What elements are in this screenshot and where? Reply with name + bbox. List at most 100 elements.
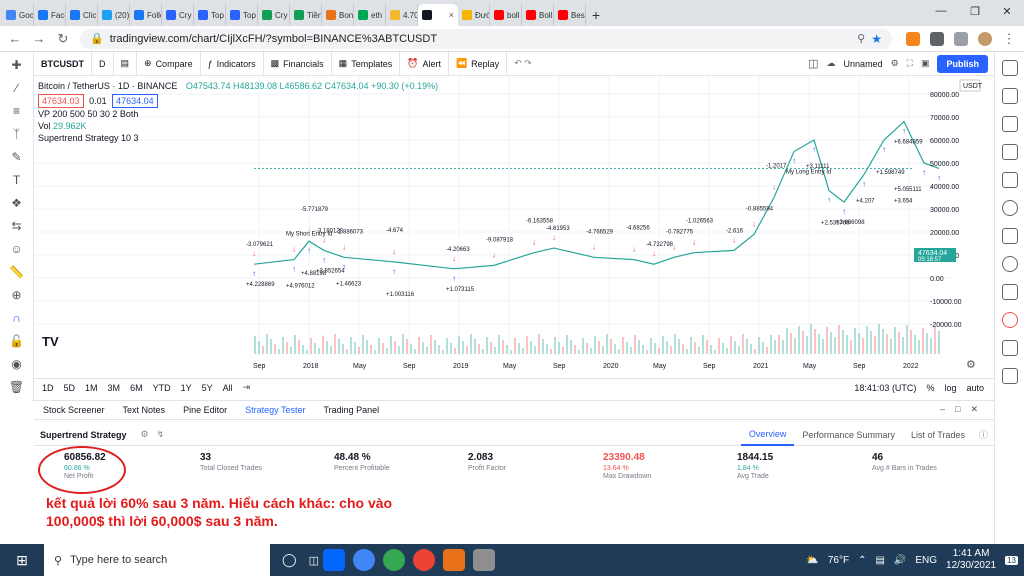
- cloud-icon[interactable]: ☁: [827, 58, 836, 69]
- interval-button[interactable]: D: [92, 51, 114, 76]
- chat-icon[interactable]: [1001, 228, 1018, 244]
- chart-type-button[interactable]: ▤: [114, 51, 138, 76]
- browser-tab[interactable]: Boll: [522, 4, 554, 26]
- pitchfork-icon[interactable]: ᛉ: [9, 127, 25, 141]
- task-view-icon[interactable]: ◫: [309, 554, 319, 567]
- maximize-button[interactable]: ❐: [958, 0, 992, 22]
- publish-button[interactable]: Publish: [937, 54, 988, 73]
- browser-tab[interactable]: Goc: [2, 4, 34, 26]
- trendline-icon[interactable]: ∕: [9, 81, 25, 95]
- camera-icon[interactable]: ▣: [921, 58, 930, 69]
- browser-tab[interactable]: Cry: [162, 4, 194, 26]
- pattern-icon[interactable]: ❖: [9, 196, 25, 210]
- crosshair-icon[interactable]: ✚: [9, 58, 25, 72]
- horizontal-lines-icon[interactable]: ≡: [9, 104, 25, 118]
- strategy-help-icon[interactable]: ⓘ: [979, 428, 988, 441]
- network-icon[interactable]: ▤: [875, 555, 884, 566]
- bookmark-star-icon[interactable]: ★: [871, 32, 882, 46]
- percent-toggle[interactable]: %: [926, 383, 934, 393]
- profile-avatar[interactable]: [978, 31, 992, 46]
- settings-icon[interactable]: ⚙: [891, 58, 899, 69]
- ask-price[interactable]: 47634.04: [112, 94, 158, 108]
- paint-app-icon[interactable]: [472, 549, 495, 571]
- undo-icon[interactable]: ↶ ↷: [507, 52, 539, 76]
- clock[interactable]: 1:41 AM 12/30/2021: [946, 548, 996, 572]
- browser-tab[interactable]: eth: [354, 4, 386, 26]
- collapse-icon[interactable]: –: [940, 404, 945, 415]
- replay-button[interactable]: ⏪ Replay: [449, 51, 508, 76]
- zalo-app-icon[interactable]: [322, 549, 345, 571]
- range-button[interactable]: YTD: [153, 383, 171, 393]
- vp-indicator[interactable]: VP 200 500 50 30 2 Both: [38, 108, 438, 120]
- strategy-tab[interactable]: Performance Summary: [794, 424, 903, 446]
- strategy-indicator[interactable]: Supertrend Strategy 10 3: [38, 132, 438, 144]
- range-button[interactable]: 1D: [42, 383, 54, 393]
- close-window-button[interactable]: ✕: [990, 0, 1024, 22]
- symbol-search[interactable]: BTCUSDT: [34, 51, 92, 76]
- chrome-profile2-icon[interactable]: [412, 549, 435, 571]
- account-icon[interactable]: [1001, 340, 1018, 356]
- zoom-in-icon[interactable]: ⊕: [9, 288, 25, 302]
- browser-tab[interactable]: ×: [418, 4, 458, 26]
- brush-icon[interactable]: ✎: [9, 150, 25, 164]
- browser-tab[interactable]: Cry: [258, 4, 290, 26]
- minimize-button[interactable]: —: [924, 0, 958, 22]
- bid-price[interactable]: 47634.03: [38, 94, 84, 108]
- auto-toggle[interactable]: auto: [966, 383, 984, 393]
- url-input[interactable]: 🔒 tradingview.com/chart/CIjlXcFH/?symbol…: [80, 28, 892, 49]
- eye-icon[interactable]: ◉: [9, 357, 25, 371]
- ideas-icon[interactable]: [1001, 200, 1018, 216]
- back-icon[interactable]: ←: [8, 31, 22, 46]
- forecast-icon[interactable]: ⇆: [9, 219, 25, 233]
- layout-name[interactable]: Unnamed: [844, 59, 883, 69]
- browser-tab[interactable]: Clic: [66, 4, 98, 26]
- browser-tab[interactable]: Follo: [130, 4, 162, 26]
- fullscreen-icon[interactable]: ⛶: [907, 58, 913, 69]
- strategy-settings-icon[interactable]: ⚙: [141, 429, 149, 440]
- chrome-app-icon[interactable]: [352, 549, 375, 571]
- extensions-icon[interactable]: [930, 31, 944, 46]
- browser-tab[interactable]: Top: [194, 4, 226, 26]
- panel-tab[interactable]: Stock Screener: [34, 400, 114, 420]
- goto-date-icon[interactable]: ⇥: [243, 382, 251, 393]
- calendar-icon[interactable]: [1001, 172, 1018, 188]
- emoji-icon[interactable]: ☺: [9, 242, 25, 256]
- browser-tab[interactable]: Face: [34, 4, 66, 26]
- tray-chevron-icon[interactable]: ⌃: [858, 555, 866, 566]
- panel-tab[interactable]: Pine Editor: [174, 400, 236, 420]
- range-button[interactable]: 1Y: [181, 383, 192, 393]
- magnet-icon[interactable]: ∩: [9, 311, 25, 325]
- strategy-export-icon[interactable]: ↯: [157, 429, 165, 440]
- notification-badge[interactable]: 13: [1005, 555, 1018, 565]
- range-button[interactable]: 6M: [130, 383, 143, 393]
- tab-close-icon[interactable]: ×: [449, 10, 454, 20]
- watchlist-icon[interactable]: [1001, 60, 1018, 76]
- weather-temp[interactable]: 76°F: [828, 555, 849, 566]
- taskbar-search[interactable]: ⚲ Type here to search: [44, 544, 270, 576]
- close-panel-icon[interactable]: ✕: [970, 404, 978, 415]
- streams-icon[interactable]: [1001, 256, 1018, 272]
- vol-label[interactable]: Vol: [38, 121, 51, 131]
- range-button[interactable]: All: [223, 383, 233, 393]
- strategy-tab[interactable]: List of Trades: [903, 424, 973, 446]
- help-icon[interactable]: [1001, 312, 1018, 328]
- cortana-icon[interactable]: ◯: [282, 552, 297, 568]
- ruler-icon[interactable]: 📏: [9, 265, 25, 279]
- language-indicator[interactable]: ENG: [915, 555, 937, 566]
- compare-button[interactable]: ⊕ Compare: [137, 51, 201, 76]
- panel-tab[interactable]: Strategy Tester: [236, 400, 314, 420]
- data-window-icon[interactable]: [1001, 116, 1018, 132]
- volume-icon[interactable]: 🔊: [894, 555, 906, 566]
- browser-tab[interactable]: Bes: [554, 4, 586, 26]
- browser-tab[interactable]: Top: [226, 4, 258, 26]
- text-icon[interactable]: T: [9, 173, 25, 187]
- browser-tab[interactable]: (20): [98, 4, 130, 26]
- panel-tab[interactable]: Trading Panel: [314, 400, 388, 420]
- trash-icon[interactable]: 🗑: [9, 380, 25, 394]
- range-button[interactable]: 5Y: [202, 383, 213, 393]
- range-button[interactable]: 5D: [64, 383, 76, 393]
- financials-button[interactable]: ▩ Financials: [264, 51, 332, 76]
- panel-tab[interactable]: Text Notes: [114, 400, 175, 420]
- lock-drawings-icon[interactable]: 🔓: [9, 334, 25, 348]
- browser-tab[interactable]: 4.70: [386, 4, 418, 26]
